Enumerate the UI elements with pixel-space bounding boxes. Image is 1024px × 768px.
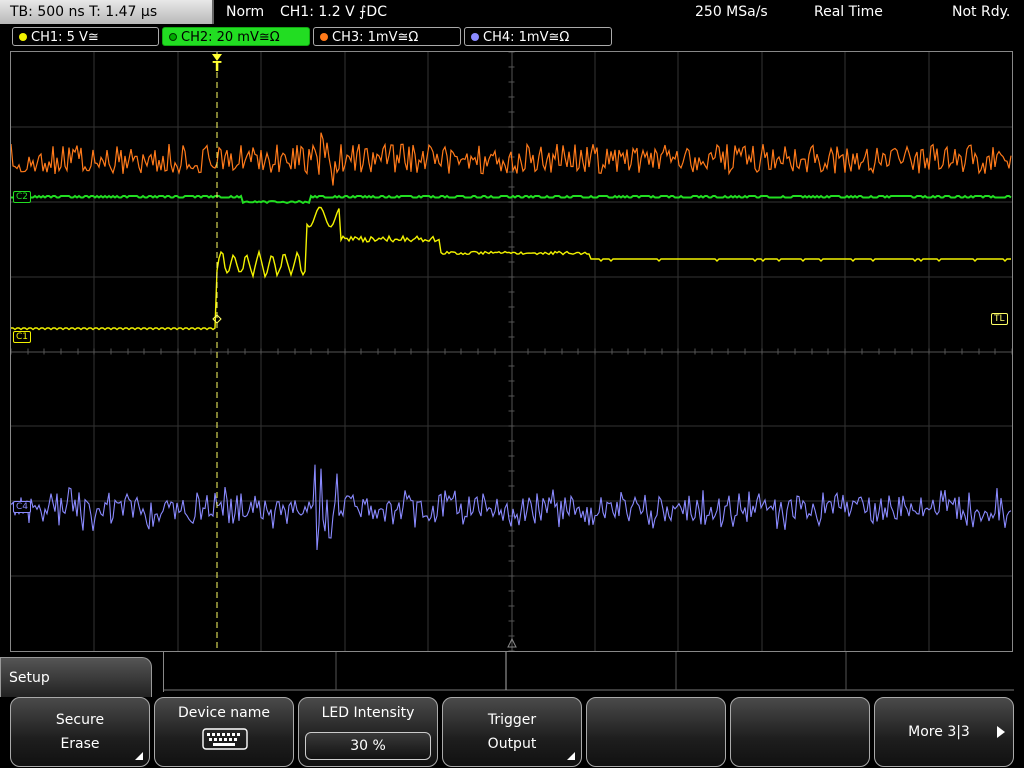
channel-1-trace	[11, 206, 1011, 331]
channel-2-offset-marker[interactable]: C2	[13, 191, 32, 203]
more-button[interactable]: More 3|3	[874, 697, 1014, 767]
channel-4-offset-marker[interactable]: C4	[13, 501, 32, 513]
submenu-corner-icon	[135, 752, 143, 760]
trigger-position-marker[interactable]: T	[210, 54, 224, 74]
device-name-label: Device name	[177, 705, 271, 721]
device-name-button[interactable]: Device name	[154, 697, 294, 767]
acquisition-mode: Real Time	[814, 4, 883, 20]
secure-erase-button[interactable]: Secure Erase	[10, 697, 150, 767]
led-intensity-label: LED Intensity	[321, 705, 415, 721]
softkey-bar: Secure Erase Device name LED Intensity 3…	[0, 697, 1024, 768]
trigger-settings: CH1: 1.2 V ⨍DC	[280, 4, 387, 20]
channel-2-dot-icon	[169, 33, 177, 41]
led-intensity-button[interactable]: LED Intensity 30 %	[298, 697, 438, 767]
softkey-6-empty[interactable]	[730, 697, 870, 767]
channel-1-dot-icon	[19, 33, 27, 41]
channel-3-tab[interactable]: CH3: 1mV≅Ω	[313, 27, 461, 46]
channel-4-label: CH4: 1mV≅Ω	[483, 30, 570, 45]
graticule	[11, 52, 1012, 651]
menu-title-setup: Setup	[0, 657, 152, 697]
submenu-corner-icon	[567, 752, 575, 760]
timebase-readout[interactable]: TB: 500 ns T: 1.47 µs	[0, 0, 214, 24]
trigger-output-label-2: Output	[487, 736, 537, 752]
channel-1-offset-marker[interactable]: C1	[13, 331, 32, 343]
status-bar: TB: 500 ns T: 1.47 µs Norm CH1: 1.2 V ⨍D…	[0, 0, 1024, 24]
trigger-mode: Norm	[226, 4, 265, 20]
waveform-canvas	[11, 52, 1012, 651]
channel-4-trace	[11, 464, 1012, 551]
waveform-display[interactable]: T C2 C1 C4 TL	[10, 51, 1013, 652]
softkey-5-empty[interactable]	[586, 697, 726, 767]
more-label: More 3|3	[908, 724, 970, 740]
trigger-position-label: T	[212, 60, 222, 75]
acquisition-status: Not Rdy.	[952, 4, 1011, 20]
channel-2-label: CH2: 20 mV≅Ω	[181, 30, 280, 45]
trigger-output-label: Trigger	[487, 712, 537, 728]
channel-2-tab[interactable]: CH2: 20 mV≅Ω	[162, 27, 310, 46]
channel-4-dot-icon	[471, 33, 479, 41]
trigger-output-button[interactable]: Trigger Output	[442, 697, 582, 767]
keyboard-icon	[202, 728, 248, 750]
channel-bar: CH1: 5 V≅ CH2: 20 mV≅Ω CH3: 1mV≅Ω CH4: 1…	[0, 27, 1024, 48]
sample-rate: 250 MSa/s	[695, 4, 768, 20]
led-intensity-value: 30 %	[305, 732, 431, 760]
channel-1-tab[interactable]: CH1: 5 V≅	[12, 27, 159, 46]
trigger-level-marker[interactable]: TL	[991, 313, 1008, 325]
channel-3-dot-icon	[320, 33, 328, 41]
channel-3-label: CH3: 1mV≅Ω	[332, 30, 419, 45]
secure-erase-label-2: Erase	[60, 736, 100, 752]
info-strip	[163, 652, 1014, 692]
secure-erase-label: Secure	[55, 712, 105, 728]
channel-3-trace	[11, 132, 1012, 186]
info-strip-grid	[164, 652, 1014, 691]
channel-1-label: CH1: 5 V≅	[31, 30, 99, 45]
channel-4-tab[interactable]: CH4: 1mV≅Ω	[464, 27, 612, 46]
more-arrow-icon	[997, 726, 1005, 738]
